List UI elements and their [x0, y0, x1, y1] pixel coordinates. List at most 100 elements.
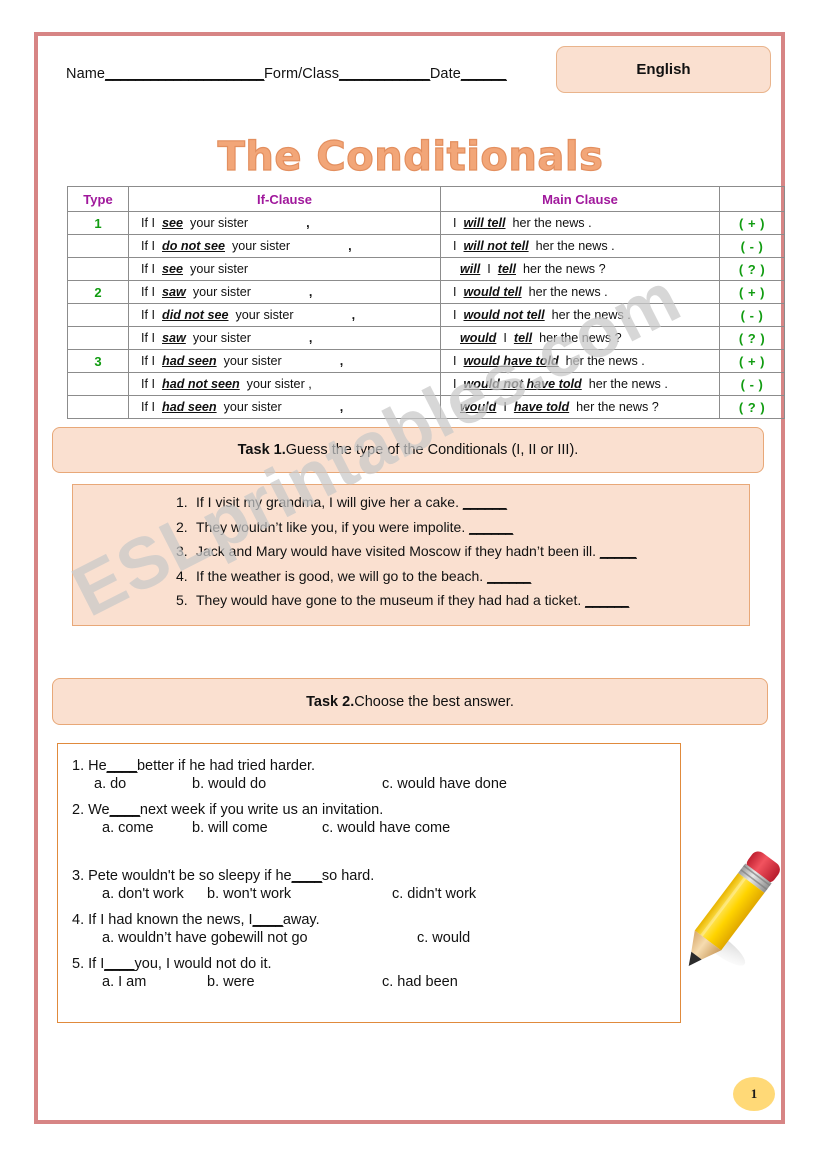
cell-type: 2 [67, 280, 129, 304]
task2-question-stem: 5. If I____you, I would not do it. [72, 955, 680, 974]
if-prefix: If I [141, 285, 155, 299]
date-label: Date [429, 66, 461, 82]
if-prefix: If I [141, 354, 155, 368]
task2-option[interactable]: c. would [417, 930, 470, 946]
table-row: If I do not see your sister, I will not t… [67, 234, 785, 258]
main-verb: would [460, 331, 497, 345]
form-blank[interactable]: ____________ [339, 66, 430, 82]
stem-blank[interactable]: ____ [104, 956, 135, 972]
task1-answer-blank[interactable]: ______ [469, 519, 513, 535]
task2-option[interactable]: b. were [207, 974, 255, 990]
if-object: your sister [231, 239, 291, 253]
header-type: Type [67, 186, 129, 212]
cell-main-clause: I will tell her the news . [440, 211, 720, 235]
date-blank[interactable]: ______ [461, 66, 507, 82]
task2-option[interactable]: c. would have done [382, 776, 507, 792]
cell-sign: ( + ) [719, 211, 785, 235]
task1-label: Task 1. [237, 442, 286, 458]
task1-answer-blank[interactable]: ______ [487, 568, 531, 584]
task2-option[interactable]: a. I am [102, 974, 146, 990]
task2-question: 3. Pete wouldn't be so sleepy if he____s… [58, 867, 680, 910]
stem-blank[interactable]: ____ [107, 758, 138, 774]
main-object: her the news ? [539, 331, 622, 345]
main-prefix: I [453, 239, 457, 253]
if-object: your sister [235, 308, 294, 322]
stem-suffix: next week if you write us an invitation. [139, 802, 384, 818]
main-prefix: I [453, 308, 457, 322]
task1-item-number: 4. [176, 567, 188, 584]
cell-type: 1 [67, 211, 129, 235]
cell-if-clause: If I saw your sister, [128, 280, 441, 304]
main-verb: would [460, 400, 497, 414]
if-prefix: If I [141, 216, 155, 230]
if-verb: had seen [162, 400, 217, 414]
stem-blank[interactable]: ____ [292, 868, 323, 884]
cell-main-clause: I would not have told her the news . [440, 372, 720, 396]
task2-option[interactable]: b. will not go [227, 930, 308, 946]
main-prefix: I [453, 216, 457, 230]
conditionals-table: Type If-Clause Main Clause 1 If I see you… [67, 186, 785, 419]
cell-sign: ( ? ) [719, 257, 785, 281]
task2-option[interactable]: a. come [102, 820, 154, 836]
main-object: her the news . [551, 308, 631, 322]
task1-item-text: If I visit my grandma, I will give her a… [196, 494, 459, 510]
task2-option[interactable]: a. don't work [102, 886, 184, 902]
stem-prefix: 2. We [72, 802, 110, 818]
task2-question-stem: 4. If I had known the news, I____away. [72, 911, 680, 930]
task2-option[interactable]: c. would have come [322, 820, 450, 836]
type-number: 1 [94, 215, 102, 231]
task1-item-text: They wouldn’t like you, if you were impo… [196, 518, 466, 535]
task2-option[interactable]: b. would do [192, 776, 266, 792]
cell-sign: ( + ) [719, 280, 785, 304]
header-main-clause: Main Clause [440, 186, 720, 212]
stem-blank[interactable]: ____ [253, 912, 284, 928]
if-verb: see [162, 216, 184, 230]
cell-main-clause: would I have told her the news ? [440, 395, 720, 419]
task2-option[interactable]: a. wouldn’t have gone [102, 930, 243, 946]
if-verb: saw [162, 285, 186, 299]
stem-blank[interactable]: ____ [110, 802, 141, 818]
main-object: her the news . [588, 377, 668, 391]
stem-prefix: 5. If I [72, 956, 105, 972]
main-verb: would not tell [463, 308, 545, 322]
task2-option[interactable]: c. didn't work [392, 886, 476, 902]
task1-banner: Task 1. Guess the type of the Conditiona… [52, 427, 764, 473]
task2-option[interactable]: b. will come [192, 820, 268, 836]
if-comma: , [306, 216, 310, 230]
task2-option[interactable]: a. do [94, 776, 126, 792]
if-prefix: If I [141, 262, 155, 276]
main-prefix [445, 331, 453, 345]
cell-if-clause: If I do not see your sister, [128, 234, 441, 258]
cell-if-clause: If I see your sister [128, 257, 441, 281]
table-row: If I saw your sister, would I tell her t… [67, 326, 785, 350]
main-verb: will [460, 262, 481, 276]
cell-sign: ( ? ) [719, 326, 785, 350]
task2-option[interactable]: b. won't work [207, 886, 291, 902]
task2-question: 2. We____next week if you write us an in… [58, 801, 680, 844]
name-label: Name [66, 66, 106, 82]
task2-option[interactable]: c. had been [382, 974, 458, 990]
if-prefix: If I [141, 400, 155, 414]
cell-main-clause: I would tell her the news . [440, 280, 720, 304]
student-info-line: Name_____________________Form/Class_____… [66, 66, 507, 82]
task1-answer-blank[interactable]: ______ [463, 494, 507, 510]
name-blank[interactable]: _____________________ [105, 66, 264, 82]
if-verb: saw [162, 331, 186, 345]
main-subject: I [503, 400, 507, 414]
task1-item-number: 5. [176, 592, 188, 608]
main-verb: would tell [463, 285, 522, 299]
task1-answer-blank[interactable]: ______ [585, 592, 629, 608]
cell-sign: ( ? ) [719, 395, 785, 419]
table-row: If I did not see your sister, I would not… [67, 303, 785, 327]
cell-sign: ( - ) [719, 303, 785, 327]
table-row: 1 If I see your sister, I will tell her th… [67, 211, 785, 235]
cell-if-clause: If I had not seen your sister , [128, 372, 441, 396]
sign-marker: ( - ) [740, 307, 764, 323]
if-comma: , [308, 331, 313, 345]
cell-type [67, 326, 129, 350]
subject-badge: English [556, 46, 771, 93]
type-number: 3 [94, 353, 102, 369]
cell-sign: ( - ) [719, 234, 785, 258]
task1-answer-blank[interactable]: _____ [600, 543, 637, 559]
sign-marker: ( - ) [740, 238, 764, 254]
